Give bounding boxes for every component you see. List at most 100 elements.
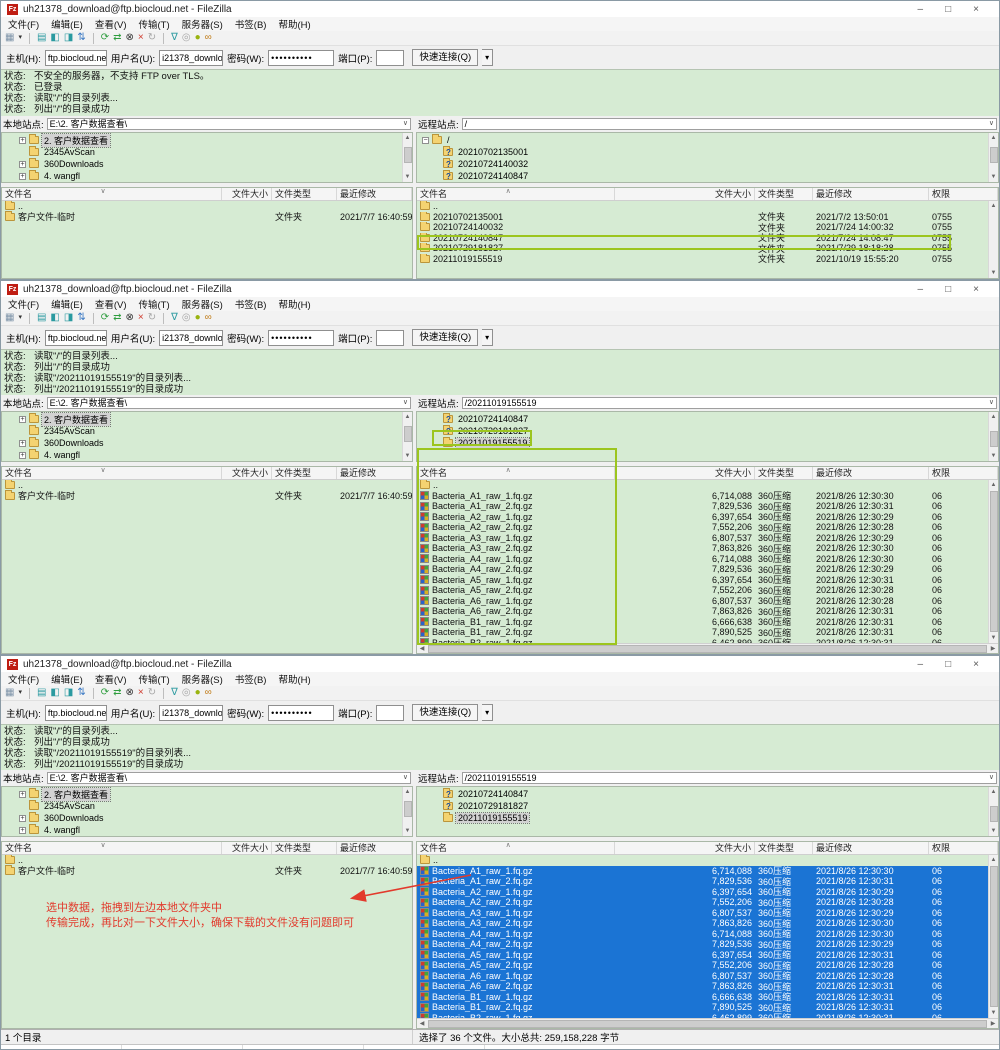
column-header[interactable]: 文件大小 xyxy=(615,467,755,479)
tree-item-local[interactable]: +2. 客户数据查看 xyxy=(2,134,402,146)
toggle-queue-icon[interactable]: ⇅ xyxy=(77,312,85,324)
column-header[interactable]: 最近修改 xyxy=(813,467,929,479)
menu-edit[interactable]: 编辑(E) xyxy=(51,297,83,311)
process-queue-icon[interactable]: ⇄ xyxy=(113,687,121,699)
tree-item-remote[interactable]: 20211019155519 xyxy=(417,437,988,449)
remote-file-row[interactable]: Bacteria_A4_raw_1.fq.gz 6,714,088 360压缩 … xyxy=(417,554,988,565)
site-manager-dropdown-icon[interactable]: ▾ xyxy=(18,687,22,699)
remote-dir-row[interactable]: 20210729181827 文件夹 2021/7/29 18:18:28 07… xyxy=(417,243,988,254)
restore-button[interactable]: □ xyxy=(945,659,951,670)
remote-file-row[interactable]: Bacteria_A6_raw_2.fq.gz 7,863,826 360压缩 … xyxy=(417,606,988,617)
chevron-down-icon[interactable]: ∨ xyxy=(989,773,994,783)
minimize-button[interactable]: – xyxy=(918,284,924,295)
tree-item-local[interactable]: +360Downloads xyxy=(2,812,402,824)
chevron-down-icon[interactable]: ∨ xyxy=(403,773,408,783)
remote-file-row-selected[interactable]: Bacteria_A6_raw_2.fq.gz 7,863,826 360压缩 … xyxy=(417,981,988,992)
tree-item-remote[interactable]: 20210724140847 xyxy=(417,413,988,425)
scrollbar[interactable]: ▲▼ xyxy=(988,480,998,643)
minimize-button[interactable]: – xyxy=(918,4,924,15)
disconnect-icon[interactable]: × xyxy=(138,687,144,699)
site-manager-icon[interactable]: ▦ xyxy=(5,312,14,324)
scrollbar[interactable]: ▲▼ xyxy=(402,133,412,182)
tree-item-remote[interactable]: 20210702135001 xyxy=(417,146,988,158)
column-header[interactable]: 文件大小 xyxy=(222,188,272,200)
tree-item-remote[interactable]: 20211019155519 xyxy=(417,812,988,824)
column-header[interactable]: 权限 xyxy=(929,188,998,200)
menu-help[interactable]: 帮助(H) xyxy=(278,672,310,686)
compare-icon[interactable]: ◎ xyxy=(182,687,191,699)
menu-bookmarks[interactable]: 书签(B) xyxy=(235,672,267,686)
column-header[interactable]: 文件大小 xyxy=(222,842,272,854)
menu-file[interactable]: 文件(F) xyxy=(8,672,39,686)
cancel-icon[interactable]: ⊗ xyxy=(126,687,134,699)
remote-path-input[interactable]: /∨ xyxy=(462,118,997,130)
minimize-button[interactable]: – xyxy=(918,659,924,670)
remote-file-row-selected[interactable]: Bacteria_A1_raw_1.fq.gz 6,714,088 360压缩 … xyxy=(417,866,988,877)
remote-file-row[interactable]: Bacteria_B2_raw_1.fq.gz 6,462,899 360压缩 … xyxy=(417,638,988,644)
site-manager-icon[interactable]: ▦ xyxy=(5,687,14,699)
remote-file-row-selected[interactable]: Bacteria_A3_raw_1.fq.gz 6,807,537 360压缩 … xyxy=(417,908,988,919)
toggle-queue-icon[interactable]: ⇅ xyxy=(77,32,85,44)
sync-browse-icon[interactable]: ● xyxy=(195,687,201,699)
remote-file-row-selected[interactable]: Bacteria_A4_raw_1.fq.gz 6,714,088 360压缩 … xyxy=(417,929,988,940)
remote-file-row[interactable]: Bacteria_A1_raw_2.fq.gz 7,829,536 360压缩 … xyxy=(417,501,988,512)
horizontal-scrollbar[interactable]: ◀▶ xyxy=(417,1018,998,1028)
column-header[interactable]: 文件类型 xyxy=(755,842,813,854)
menu-transfer[interactable]: 传输(T) xyxy=(138,672,169,686)
filter-icon[interactable]: ∇ xyxy=(171,312,178,324)
port-input[interactable] xyxy=(376,330,404,346)
column-header[interactable]: 权限 xyxy=(929,467,998,479)
scrollbar[interactable]: ▲▼ xyxy=(988,787,998,836)
scrollbar[interactable]: ▲▼ xyxy=(988,133,998,182)
toggle-remote-tree-icon[interactable]: ◨ xyxy=(64,687,73,699)
column-header[interactable]: 文件类型 xyxy=(755,188,813,200)
menu-file[interactable]: 文件(F) xyxy=(8,297,39,311)
remote-dir-row[interactable]: .. xyxy=(417,201,988,212)
column-header[interactable]: 权限 xyxy=(929,842,998,854)
remote-file-row-selected[interactable]: Bacteria_A2_raw_2.fq.gz 7,552,206 360压缩 … xyxy=(417,897,988,908)
column-header[interactable]: ∧文件名 xyxy=(417,188,615,200)
local-path-input[interactable]: E:\2. 客户数据查看\∨ xyxy=(47,772,411,784)
toggle-remote-tree-icon[interactable]: ◨ xyxy=(64,32,73,44)
remote-file-row-selected[interactable]: Bacteria_A3_raw_2.fq.gz 7,863,826 360压缩 … xyxy=(417,918,988,929)
column-header[interactable]: 文件大小 xyxy=(615,842,755,854)
disconnect-icon[interactable]: × xyxy=(138,312,144,324)
host-input[interactable]: ftp.biocloud.net xyxy=(45,705,107,721)
tree-item-local[interactable]: +4. wangfl xyxy=(2,170,402,182)
column-header[interactable]: 文件类型 xyxy=(272,188,337,200)
menu-view[interactable]: 查看(V) xyxy=(95,297,127,311)
reconnect-icon[interactable]: ↻ xyxy=(148,312,156,324)
cancel-icon[interactable]: ⊗ xyxy=(126,312,134,324)
column-header[interactable]: ∧文件名 xyxy=(417,467,615,479)
column-header[interactable]: ∨文件名 xyxy=(2,467,222,479)
quickconnect-dropdown[interactable]: ▾ xyxy=(482,704,493,721)
restore-button[interactable]: □ xyxy=(945,4,951,15)
scrollbar[interactable]: ▲▼ xyxy=(988,201,998,278)
tree-item-local[interactable]: +4. wangfl xyxy=(2,824,402,836)
username-input[interactable]: i21378_download xyxy=(159,330,223,346)
tree-item-remote[interactable]: 20210729181827 xyxy=(417,800,988,812)
cancel-icon[interactable]: ⊗ xyxy=(126,32,134,44)
column-header[interactable]: ∨文件名 xyxy=(2,188,222,200)
local-file-row[interactable]: 客户文件-临时 文件夹 2021/7/7 16:40:59 xyxy=(2,491,412,502)
tree-item-remote[interactable]: 20210724140032 xyxy=(417,158,988,170)
compare-icon[interactable]: ◎ xyxy=(182,32,191,44)
chevron-down-icon[interactable]: ∨ xyxy=(989,119,994,129)
close-button[interactable]: × xyxy=(973,284,979,295)
remote-file-row[interactable]: Bacteria_B1_raw_2.fq.gz 7,890,525 360压缩 … xyxy=(417,627,988,638)
scrollbar[interactable]: ▲▼ xyxy=(402,412,412,461)
tree-item-local[interactable]: 2345AvScan xyxy=(2,425,402,437)
remote-file-row-selected[interactable]: Bacteria_A2_raw_1.fq.gz 6,397,654 360压缩 … xyxy=(417,887,988,898)
tree-item-local[interactable]: +360Downloads xyxy=(2,158,402,170)
tree-item-remote[interactable]: 20210729181827 xyxy=(417,425,988,437)
remote-file-row[interactable]: Bacteria_A3_raw_2.fq.gz 7,863,826 360压缩 … xyxy=(417,543,988,554)
column-header[interactable]: 文件大小 xyxy=(222,467,272,479)
process-queue-icon[interactable]: ⇄ xyxy=(113,312,121,324)
remote-file-row-selected[interactable]: Bacteria_A1_raw_2.fq.gz 7,829,536 360压缩 … xyxy=(417,876,988,887)
remote-file-row[interactable]: Bacteria_A5_raw_2.fq.gz 7,552,206 360压缩 … xyxy=(417,585,988,596)
menu-bookmarks[interactable]: 书签(B) xyxy=(235,297,267,311)
find-files-icon[interactable]: ∞ xyxy=(205,32,212,44)
remote-file-row[interactable]: Bacteria_A6_raw_1.fq.gz 6,807,537 360压缩 … xyxy=(417,596,988,607)
quickconnect-button[interactable]: 快速连接(Q) xyxy=(412,49,478,66)
column-header[interactable]: 最近修改 xyxy=(337,842,412,854)
